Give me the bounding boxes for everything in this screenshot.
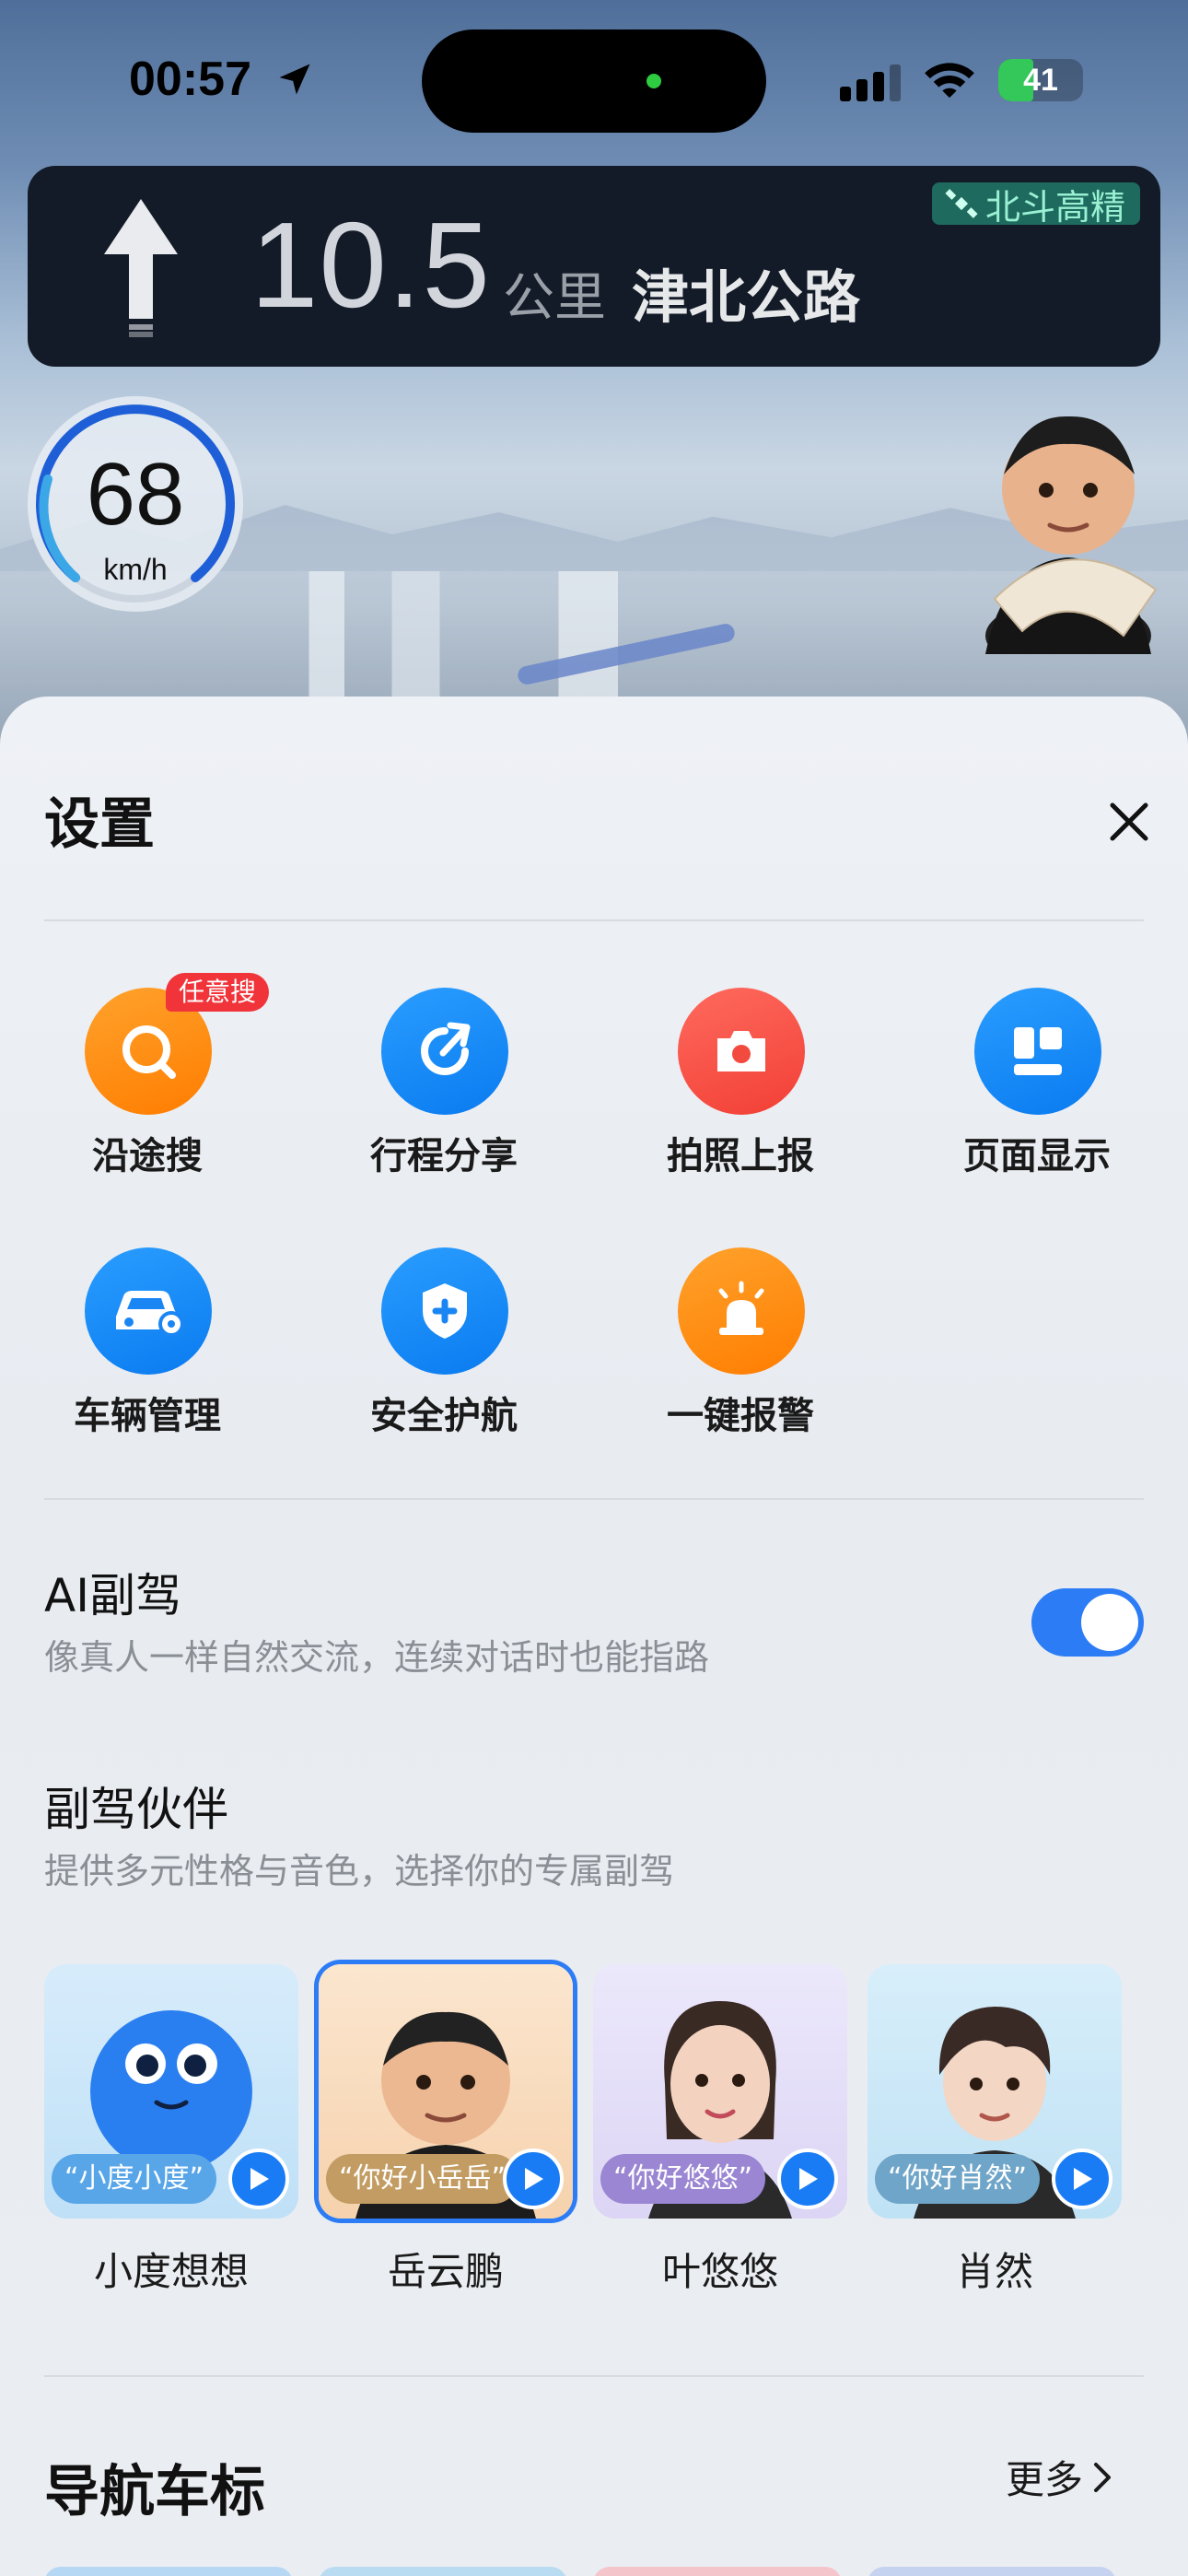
camera-icon — [678, 988, 805, 1115]
more-link[interactable]: 更多 — [1006, 2449, 1114, 2505]
copilot-partner-title: 副驾伙伴 — [44, 1783, 228, 1836]
beidou-badge-text: 北斗高精 — [984, 186, 1125, 228]
copilot-avatar-figure[interactable] — [967, 387, 1170, 654]
partner-avatar: “你好悠悠” — [593, 1964, 847, 2219]
turn-guidance-banner[interactable]: 10.5 公里 津北公路 北斗高精 — [28, 166, 1160, 367]
camera-indicator-dot — [646, 74, 661, 88]
ai-copilot-desc: 像真人一样自然交流，连续对话时也能指路 — [44, 1637, 710, 1678]
tile-label: 一键报警 — [667, 1395, 814, 1437]
partner-avatar: “你好小岳岳” — [319, 1964, 573, 2219]
tile-label: 页面显示 — [963, 1135, 1111, 1177]
car-icon-option[interactable] — [868, 2567, 1116, 2576]
partner-wake-word: “你好悠悠” — [600, 2154, 766, 2204]
guidance-distance-unit: 公里 — [503, 268, 606, 328]
toggle-knob — [1081, 1594, 1138, 1651]
sheet-title: 设置 — [44, 792, 155, 857]
partner-name: 小度想想 — [93, 2249, 249, 2294]
alarm-icon — [678, 1247, 805, 1375]
tile-label: 行程分享 — [370, 1135, 518, 1177]
status-bar: 00:57 41 — [0, 0, 1188, 157]
partner-card-yeyouyou[interactable]: “你好悠悠” 叶悠悠 — [593, 1964, 847, 2296]
copilot-partner-desc: 提供多元性格与音色，选择你的专属副驾 — [44, 1851, 675, 1891]
tile-label: 沿途搜 — [92, 1135, 203, 1177]
divider — [44, 2375, 1144, 2377]
ai-copilot-title: AI副驾 — [44, 1569, 181, 1622]
location-arrow-icon — [279, 64, 310, 95]
more-link-label: 更多 — [1006, 2457, 1084, 2502]
straight-arrow-icon — [104, 199, 178, 337]
partner-wake-word: “你好肖然” — [875, 2154, 1041, 2204]
partner-name: 岳云鹏 — [387, 2249, 504, 2294]
shortcut-safety-escort[interactable]: 安全护航 — [333, 1247, 554, 1450]
partner-wake-word: “你好小岳岳” — [326, 2154, 519, 2204]
play-icon[interactable] — [503, 2149, 564, 2209]
play-icon[interactable] — [228, 2149, 289, 2209]
partner-name: 肖然 — [955, 2249, 1033, 2294]
play-icon[interactable] — [777, 2149, 838, 2209]
car-icon-option[interactable] — [44, 2567, 293, 2576]
shortcut-photo-report[interactable]: 拍照上报 — [630, 988, 851, 1190]
beidou-badge: 北斗高精 — [931, 182, 1140, 228]
shortcut-page-display[interactable]: 页面显示 — [926, 988, 1147, 1190]
tile-label: 安全护航 — [370, 1395, 518, 1437]
share-icon — [381, 988, 508, 1115]
battery-indicator: 41 — [998, 59, 1083, 101]
guidance-road-name: 津北公路 — [632, 263, 861, 331]
partner-wake-word: “小度小度” — [52, 2154, 217, 2204]
shortcut-along-route-search[interactable]: 任意搜 沿途搜 — [37, 973, 270, 1190]
partner-avatar: “你好肖然” — [868, 1964, 1122, 2219]
partner-card-yueyunpeng[interactable]: “你好小岳岳” 岳云鹏 — [319, 1964, 573, 2296]
current-speed: 68 — [86, 445, 185, 544]
tile-label: 拍照上报 — [667, 1135, 814, 1177]
guidance-distance: 10.5 — [250, 197, 491, 333]
car-icon-option[interactable] — [319, 2567, 567, 2576]
dynamic-island — [422, 29, 766, 133]
speedometer: 68 km/h — [28, 396, 243, 612]
close-icon[interactable] — [1092, 785, 1166, 859]
satellite-icon — [945, 189, 978, 218]
nav-car-icon-list — [44, 2567, 1188, 2576]
ai-copilot-toggle[interactable] — [1031, 1588, 1144, 1657]
shortcut-trip-share[interactable]: 行程分享 — [333, 988, 554, 1190]
shortcut-vehicle-management[interactable]: 车辆管理 — [37, 1247, 258, 1450]
partner-card-xiaodu[interactable]: “小度小度” 小度想想 — [44, 1964, 298, 2296]
battery-percent: 41 — [1023, 63, 1058, 98]
speed-unit: km/h — [103, 553, 168, 586]
status-time: 00:57 — [129, 53, 251, 106]
settings-sheet: 设置 任意搜 沿途搜 行程分享 拍照上报 页面显示 车辆管理 安全护航 一键报警… — [0, 697, 1188, 2576]
partner-avatar: “小度小度” — [44, 1964, 298, 2219]
shield-icon — [381, 1247, 508, 1375]
partner-card-xiaoran[interactable]: “你好肖然” 肖然 — [868, 1964, 1122, 2296]
partner-name: 叶悠悠 — [661, 2249, 778, 2294]
divider — [44, 919, 1144, 921]
divider — [44, 1498, 1144, 1500]
tile-badge: 任意搜 — [166, 973, 270, 1012]
car-icon — [85, 1247, 212, 1375]
shortcut-emergency-alarm[interactable]: 一键报警 — [630, 1247, 851, 1450]
tile-label: 车辆管理 — [74, 1395, 221, 1437]
nav-car-icon-title: 导航车标 — [44, 2460, 265, 2524]
layout-icon — [974, 988, 1101, 1115]
chevron-right-icon — [1094, 2462, 1112, 2492]
play-icon[interactable] — [1052, 2149, 1112, 2209]
wifi-icon — [925, 63, 974, 99]
car-icon-option[interactable] — [593, 2567, 842, 2576]
cellular-signal-icon — [840, 64, 901, 101]
